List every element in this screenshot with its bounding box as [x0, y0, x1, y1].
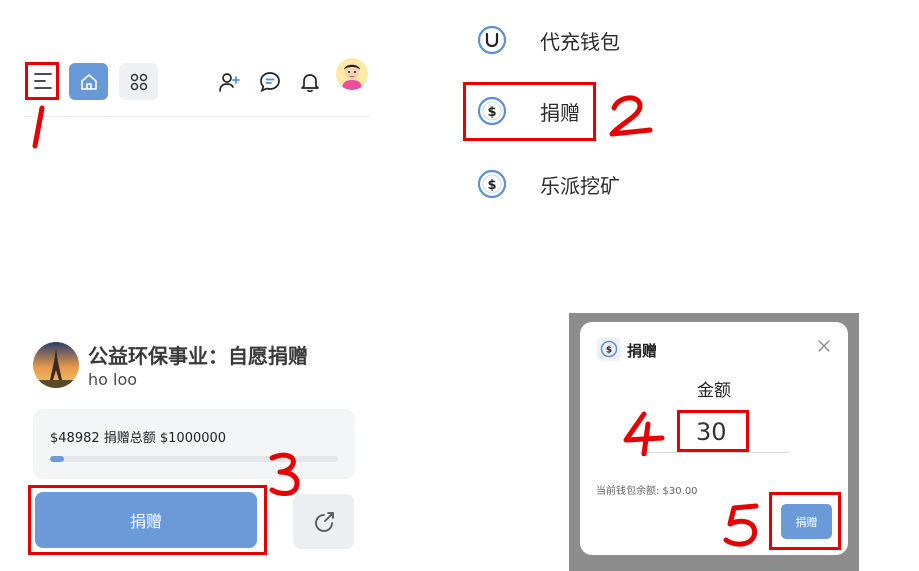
svg-text:$: $	[487, 105, 496, 120]
add-user-icon	[219, 73, 240, 92]
wallet-power-icon	[476, 24, 508, 56]
user-avatar[interactable]	[336, 58, 368, 90]
close-icon[interactable]	[814, 336, 834, 356]
wallet-item-mining[interactable]: $ 乐派挖矿	[476, 164, 620, 204]
home-button[interactable]	[69, 63, 108, 100]
wallet-item-label: 代充钱包	[540, 29, 620, 54]
project-avatar	[33, 342, 79, 388]
wallet-item-donate[interactable]: $ 捐赠	[476, 91, 580, 131]
amount-label: 金额	[697, 381, 731, 401]
chat-button[interactable]	[255, 67, 285, 97]
nav-divider	[24, 116, 370, 117]
home-icon	[80, 73, 97, 90]
chat-bubble-icon	[260, 72, 280, 93]
donation-progress-bar	[50, 456, 338, 462]
modal-title: 捐赠	[627, 342, 658, 360]
bell-icon	[301, 74, 319, 93]
svg-text:$: $	[487, 178, 496, 193]
wallet-item-label: 乐派挖矿	[540, 173, 620, 198]
donation-progress-text: $48982 捐赠总额 $1000000	[50, 431, 227, 446]
add-user-button[interactable]	[214, 67, 244, 97]
modal-donate-button[interactable]: 捐赠	[781, 504, 832, 539]
share-button[interactable]	[293, 494, 354, 549]
top-nav-bar	[0, 0, 380, 120]
notification-button[interactable]	[295, 67, 325, 97]
amount-input[interactable]	[682, 414, 760, 450]
svg-text:$: $	[606, 346, 612, 356]
apps-button[interactable]	[119, 63, 158, 100]
wallet-item-recharge[interactable]: 代充钱包	[476, 20, 620, 60]
dollar-circle-icon: $	[476, 168, 508, 200]
donation-progress-fill	[50, 456, 65, 462]
wallet-balance-text: 当前钱包余额: $30.00	[596, 486, 698, 497]
step-number-2	[609, 95, 653, 137]
dollar-circle-icon: $	[597, 337, 621, 361]
wallet-item-label: 捐赠	[540, 100, 580, 125]
apps-grid-icon	[130, 73, 147, 90]
donate-button[interactable]: 捐赠	[35, 492, 257, 548]
share-arrow-icon	[314, 511, 334, 532]
dollar-circle-icon: $	[476, 95, 508, 127]
hamburger-menu-icon[interactable]	[30, 66, 56, 96]
project-author: ho loo	[88, 370, 138, 389]
amount-input-underline	[640, 452, 790, 453]
project-title: 公益环保事业：自愿捐赠	[88, 344, 308, 368]
